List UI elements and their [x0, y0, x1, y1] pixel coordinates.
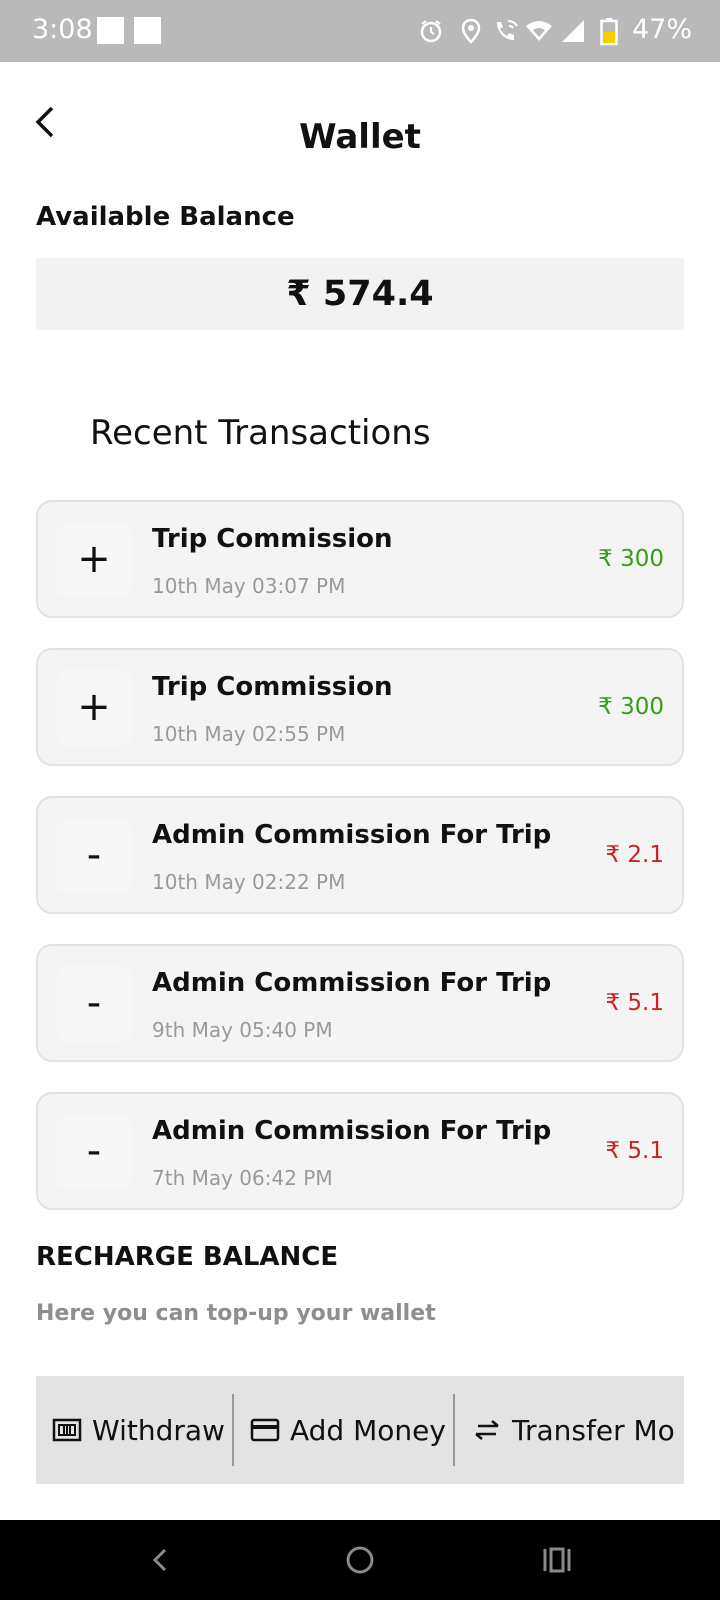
transaction-card[interactable]: - Admin Commission For Trip 10th May 02:…	[36, 796, 684, 914]
notification-icon	[97, 17, 124, 44]
transfer-money-button[interactable]: Transfer Mo	[472, 1376, 675, 1484]
transaction-card[interactable]: + Trip Commission 10th May 02:55 PM ₹ 30…	[36, 648, 684, 766]
location-icon	[461, 18, 481, 44]
transaction-title: Trip Commission	[152, 672, 393, 702]
balance-amount: ₹ 574.4	[36, 258, 684, 330]
wifi-call-icon	[497, 20, 518, 40]
recharge-balance-title: RECHARGE BALANCE	[36, 1242, 339, 1272]
recent-transactions-title: Recent Transactions	[90, 413, 431, 453]
transaction-date: 10th May 02:22 PM	[152, 870, 346, 894]
wifi-icon	[526, 21, 552, 41]
transaction-amount: ₹ 300	[598, 694, 664, 720]
nav-home-icon	[346, 1546, 374, 1574]
minus-icon: -	[56, 966, 132, 1042]
wallet-action-bar: Withdraw Add Money Transfer Mo	[36, 1376, 684, 1484]
cash-icon	[52, 1418, 82, 1442]
page-title: Wallet	[299, 117, 421, 157]
minus-icon: -	[56, 1114, 132, 1190]
plus-icon: +	[56, 522, 132, 598]
status-time: 3:08	[32, 14, 93, 45]
plus-icon: +	[56, 670, 132, 746]
withdraw-label: Withdraw	[92, 1413, 225, 1447]
nav-back-button[interactable]	[141, 1540, 181, 1580]
credit-card-icon	[250, 1418, 280, 1442]
transaction-card[interactable]: - Admin Commission For Trip 7th May 06:4…	[36, 1092, 684, 1210]
transfer-label: Transfer Mo	[512, 1413, 675, 1447]
swap-arrows-icon	[475, 1420, 499, 1440]
divider	[453, 1394, 455, 1466]
transaction-title: Admin Commission For Trip	[152, 1116, 552, 1146]
nav-back-icon	[152, 1548, 167, 1572]
transaction-amount: ₹ 300	[598, 546, 664, 572]
battery-percent: 47%	[632, 14, 693, 45]
transaction-date: 10th May 02:55 PM	[152, 722, 346, 746]
nav-home-button[interactable]	[340, 1540, 380, 1580]
available-balance-label: Available Balance	[36, 202, 295, 232]
transaction-amount: ₹ 2.1	[605, 842, 664, 868]
transaction-card[interactable]: - Admin Commission For Trip 9th May 05:4…	[36, 944, 684, 1062]
status-bar: 3:08 47%	[0, 0, 720, 62]
add-money-label: Add Money	[290, 1413, 446, 1447]
minus-icon: -	[56, 818, 132, 894]
battery-icon	[600, 18, 618, 46]
transaction-title: Admin Commission For Trip	[152, 820, 552, 850]
divider	[232, 1394, 234, 1466]
transaction-date: 10th May 03:07 PM	[152, 574, 346, 598]
signal-icon	[562, 20, 584, 42]
withdraw-button[interactable]: Withdraw	[52, 1376, 225, 1484]
notification-icon	[134, 17, 161, 44]
add-money-button[interactable]: Add Money	[250, 1376, 446, 1484]
transaction-card[interactable]: + Trip Commission 10th May 03:07 PM ₹ 30…	[36, 500, 684, 618]
system-nav-bar	[0, 1520, 720, 1600]
transaction-date: 9th May 05:40 PM	[152, 1018, 333, 1042]
transaction-amount: ₹ 5.1	[605, 990, 664, 1016]
alarm-icon	[420, 20, 442, 43]
nav-recents-icon	[543, 1547, 571, 1573]
transaction-title: Trip Commission	[152, 524, 393, 554]
transaction-title: Admin Commission For Trip	[152, 968, 552, 998]
nav-recents-button[interactable]	[537, 1540, 577, 1580]
transaction-amount: ₹ 5.1	[605, 1138, 664, 1164]
recharge-subtitle: Here you can top-up your wallet	[36, 1301, 436, 1326]
transaction-date: 7th May 06:42 PM	[152, 1166, 333, 1190]
